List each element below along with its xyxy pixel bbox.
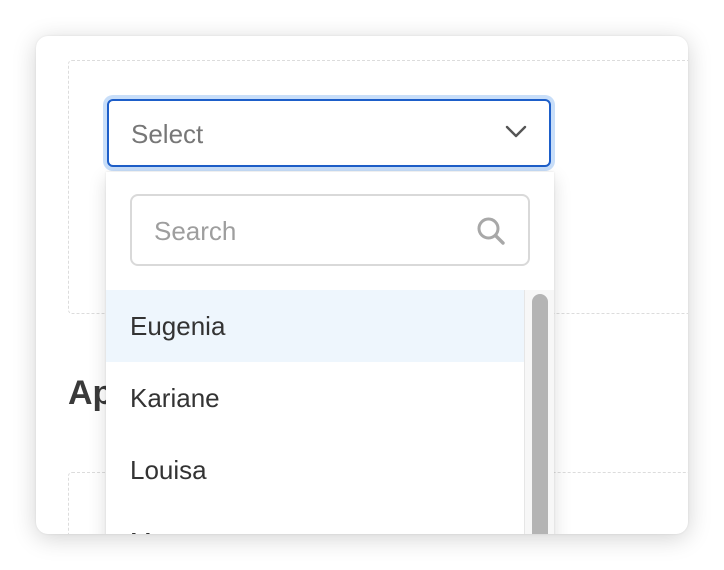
search-input[interactable]	[154, 214, 454, 248]
select-value: Select	[131, 119, 204, 149]
option-list: Eugenia Kariane Louisa Marty	[106, 290, 524, 534]
search-box	[130, 194, 530, 266]
search-icon	[477, 217, 505, 245]
select-dropdown[interactable]: Select	[107, 99, 551, 167]
dropdown-menu: Eugenia Kariane Louisa Marty	[106, 172, 554, 534]
scrollbar-thumb[interactable]	[532, 294, 548, 534]
chevron-down-icon	[505, 125, 527, 138]
option-item[interactable]: Kariane	[106, 362, 524, 434]
scrollbar-track[interactable]	[524, 290, 554, 534]
option-item[interactable]: Marty	[106, 506, 524, 534]
option-item[interactable]: Eugenia	[106, 290, 524, 362]
demo-card: Ap Select Eugenia Kariane Louisa Marty	[36, 36, 688, 534]
option-item[interactable]: Louisa	[106, 434, 524, 506]
